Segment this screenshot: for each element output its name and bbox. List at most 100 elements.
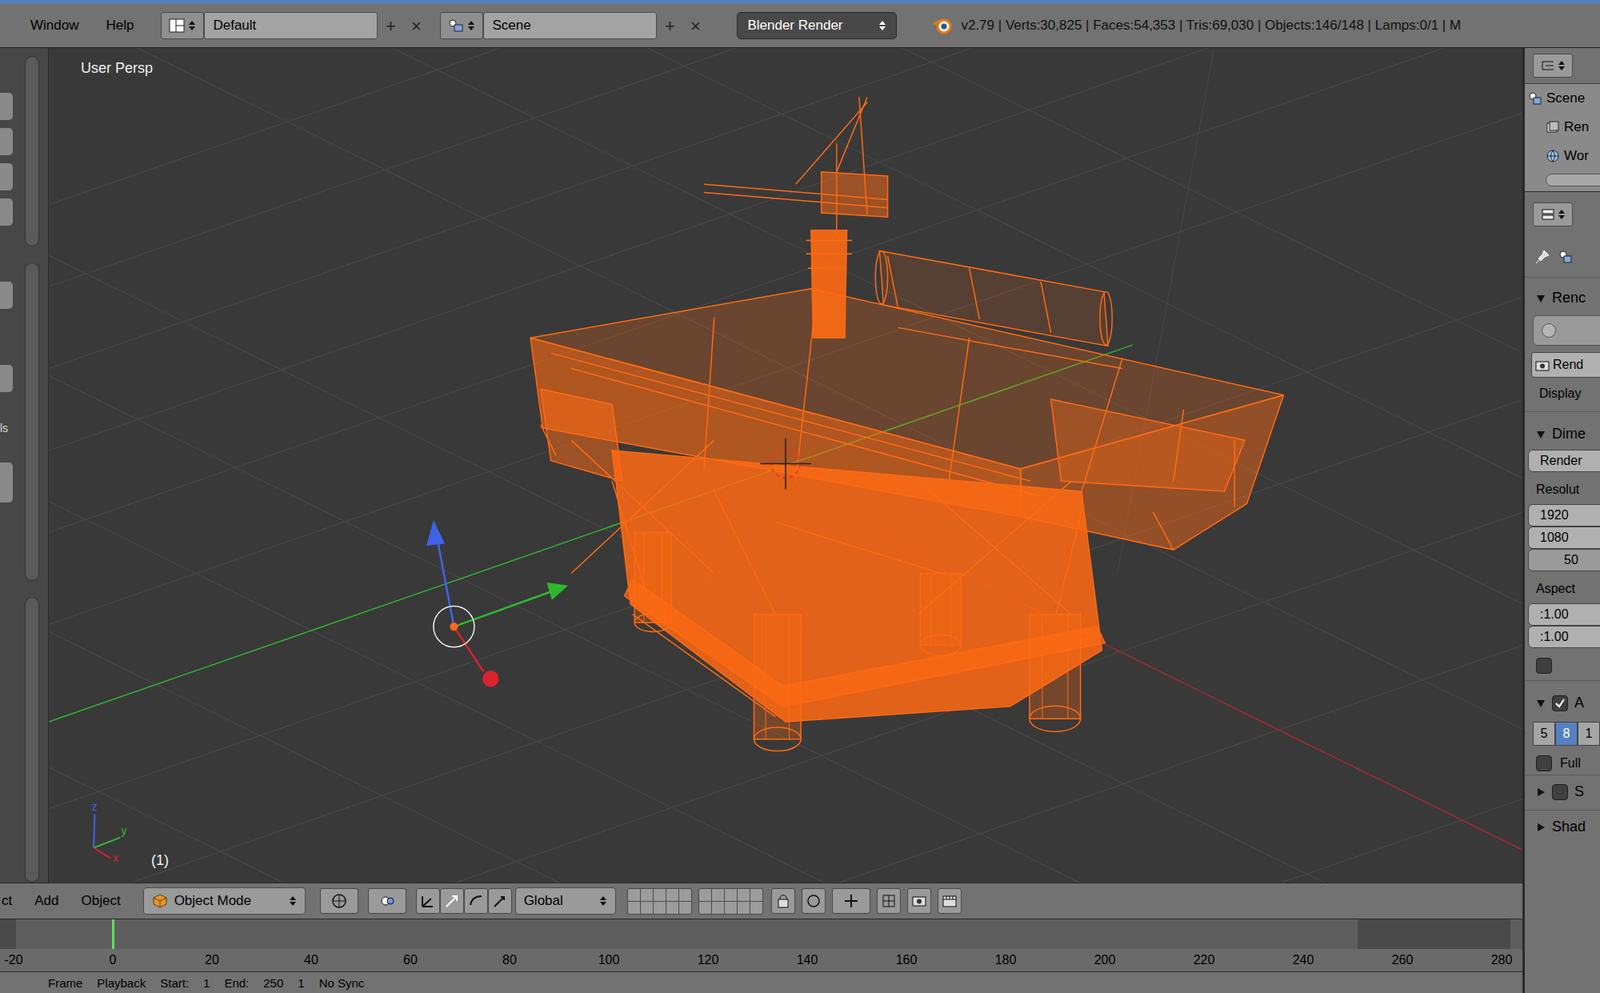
- render-engine-dropdown[interactable]: Blender Render: [736, 12, 897, 40]
- timeline-header-item[interactable]: Playback: [96, 976, 146, 989]
- tool-tab[interactable]: [0, 128, 13, 156]
- tool-tab[interactable]: [0, 92, 13, 120]
- expanded-arrow-icon[interactable]: [1536, 698, 1546, 708]
- timeline-header-item[interactable]: End:: [224, 976, 249, 989]
- viewport-shading[interactable]: [320, 888, 359, 914]
- panel-header[interactable]: Dime: [1524, 423, 1600, 445]
- resolution-x-field[interactable]: 1920: [1528, 504, 1600, 527]
- layer-cell[interactable]: [666, 888, 679, 901]
- render-preset-dropdown[interactable]: Render: [1528, 449, 1600, 472]
- add-layout-button[interactable]: +: [377, 12, 404, 40]
- menu-item[interactable]: Help: [105, 15, 134, 36]
- editor-type-selector[interactable]: [1532, 202, 1573, 227]
- timeline-header-item[interactable]: 1: [297, 976, 304, 989]
- remove-scene-button[interactable]: ×: [682, 12, 708, 40]
- playhead[interactable]: [112, 919, 115, 949]
- expanded-arrow-icon[interactable]: [1536, 293, 1546, 304]
- panel-header[interactable]: S: [1524, 774, 1600, 808]
- menu-item[interactable]: Add: [34, 890, 59, 912]
- render-animation[interactable]: [937, 888, 962, 914]
- resolution-y-field[interactable]: 1080: [1528, 526, 1600, 549]
- proportional-editing[interactable]: [801, 888, 826, 914]
- scrollbar[interactable]: [24, 262, 40, 580]
- scene-field[interactable]: Scene: [483, 12, 657, 40]
- scrollbar[interactable]: [24, 596, 40, 883]
- tool-tab[interactable]: [0, 462, 13, 503]
- pivot-point[interactable]: [368, 888, 407, 914]
- layer-cell[interactable]: [653, 888, 666, 901]
- layer-cell[interactable]: [750, 888, 763, 901]
- panel-header[interactable]: Shad: [1524, 809, 1600, 844]
- layer-cell[interactable]: [724, 901, 737, 914]
- lock-camera[interactable]: [771, 888, 796, 914]
- menu-item[interactable]: Object: [80, 890, 120, 912]
- resolution-percentage-field[interactable]: 50: [1528, 548, 1600, 572]
- render-preset-field[interactable]: [1532, 315, 1600, 346]
- layer-cell[interactable]: [628, 901, 640, 914]
- 3d-viewport[interactable]: zyxUser Persp(1): [48, 48, 1523, 883]
- tool-tab-label[interactable]: ls: [0, 422, 16, 434]
- outliner-scrollbar[interactable]: [1545, 173, 1600, 187]
- editor-type-selector[interactable]: [1532, 53, 1573, 78]
- timeline-track[interactable]: [0, 918, 1523, 949]
- tool-tab[interactable]: [0, 281, 13, 309]
- panel-header[interactable]: A: [1524, 692, 1600, 714]
- tool-tab[interactable]: [0, 163, 13, 191]
- aspect-y-field[interactable]: :1.00: [1528, 625, 1600, 648]
- expanded-arrow-icon[interactable]: [1536, 429, 1546, 440]
- checkbox[interactable]: [1552, 695, 1568, 712]
- outliner-item[interactable]: Ren: [1524, 112, 1600, 142]
- layer-cell[interactable]: [653, 901, 666, 914]
- collapsed-arrow-icon[interactable]: [1536, 787, 1546, 797]
- timeline-header-item[interactable]: No Sync: [319, 976, 365, 989]
- scene-canvas[interactable]: zyx: [48, 48, 1523, 883]
- full-sample-option[interactable]: Full: [1524, 753, 1600, 773]
- layer-cell[interactable]: [699, 888, 712, 901]
- add-scene-button[interactable]: +: [656, 12, 683, 40]
- layer-cell[interactable]: [724, 888, 737, 901]
- mode-dropdown[interactable]: Object Mode: [143, 887, 306, 915]
- layer-cell[interactable]: [679, 888, 692, 901]
- pin-icon[interactable]: [1534, 248, 1551, 265]
- tool-tab[interactable]: [0, 364, 13, 392]
- layer-grid[interactable]: [627, 888, 692, 915]
- collapsed-arrow-icon[interactable]: [1536, 822, 1546, 832]
- manipulator-toggle[interactable]: [416, 888, 440, 914]
- timeline-header-item[interactable]: 1: [203, 976, 210, 989]
- layer-cell[interactable]: [737, 901, 750, 914]
- screen-layout-selector[interactable]: [160, 12, 204, 40]
- sample-button[interactable]: 5: [1532, 721, 1556, 746]
- scene-selector[interactable]: [440, 12, 484, 40]
- layer-cell[interactable]: [750, 901, 763, 914]
- checkbox[interactable]: [1552, 784, 1568, 800]
- layer-cell[interactable]: [666, 901, 679, 914]
- layer-grid[interactable]: [698, 888, 764, 915]
- render-still[interactable]: [907, 888, 932, 914]
- timeline-header-item[interactable]: Frame: [48, 976, 83, 989]
- layer-cell[interactable]: [640, 901, 653, 914]
- outliner-item[interactable]: Scene: [1524, 84, 1600, 113]
- panel-header[interactable]: Renc: [1524, 287, 1600, 309]
- layer-cell[interactable]: [628, 888, 640, 901]
- timeline-header-item[interactable]: 250: [263, 976, 284, 989]
- checkbox[interactable]: [1536, 755, 1552, 772]
- snap-grid[interactable]: [876, 888, 901, 914]
- menu-item[interactable]: Window: [30, 15, 79, 36]
- translate[interactable]: [440, 888, 464, 914]
- layer-cell[interactable]: [679, 901, 692, 914]
- timeline-header-item[interactable]: Start:: [160, 976, 189, 989]
- sample-button[interactable]: 8: [1555, 721, 1578, 746]
- layer-cell[interactable]: [640, 888, 653, 901]
- rotate[interactable]: [464, 888, 488, 914]
- layer-cell[interactable]: [699, 901, 712, 914]
- render-button[interactable]: Rend: [1531, 352, 1600, 378]
- aspect-x-field[interactable]: :1.00: [1528, 603, 1600, 626]
- layer-cell[interactable]: [712, 888, 724, 901]
- menu-item[interactable]: ct: [1, 890, 12, 912]
- screen-layout-field[interactable]: Default: [204, 12, 378, 40]
- outliner-item[interactable]: Wor: [1524, 141, 1600, 171]
- sample-button[interactable]: 1: [1577, 721, 1600, 746]
- tool-tab[interactable]: [0, 198, 13, 226]
- snap-element[interactable]: [832, 888, 871, 914]
- layer-cell[interactable]: [737, 888, 750, 901]
